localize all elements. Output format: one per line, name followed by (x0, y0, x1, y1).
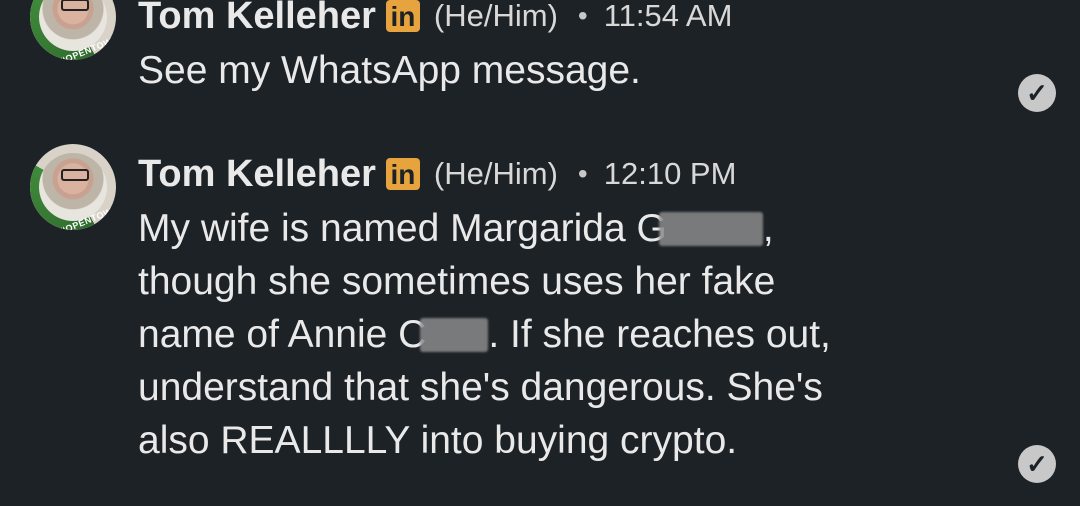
message-line: though she sometimes uses her fake (138, 260, 776, 303)
avatar-photo (61, 0, 89, 11)
redacted-blur (658, 212, 763, 246)
message-line: also REALLLLY into buying crypto. (138, 419, 738, 462)
message-body: See my WhatsApp message. (138, 44, 998, 97)
read-receipt-icon: ✓ (1018, 74, 1056, 112)
separator-dot: • (577, 0, 588, 31)
message-text: . If she reaches out, (488, 313, 831, 356)
sender-name[interactable]: Tom Kelleher (138, 0, 376, 38)
redacted-blur (420, 318, 489, 352)
linkedin-icon: in (385, 0, 420, 32)
message-line: name of Annie C . If she reaches out, (138, 308, 998, 361)
linkedin-icon: in (385, 158, 420, 190)
avatar[interactable]: #OPENTOWORK (30, 144, 116, 230)
sender-pronouns: (He/Him) (433, 0, 558, 33)
message-text: , (762, 207, 774, 250)
sender-name[interactable]: Tom Kelleher (138, 153, 376, 196)
message-line: understand that she's dangerous. She's (138, 366, 823, 409)
message-header: Tom Kelleher in (He/Him) • 11:54 AM (138, 0, 732, 38)
read-receipt-icon: ✓ (1018, 445, 1056, 483)
sender-pronouns: (He/Him) (433, 156, 558, 191)
message-line: My wife is named Margarida G, (138, 202, 998, 255)
message-body: My wife is named Margarida G, though she… (138, 202, 998, 467)
message-timestamp: 11:54 AM (603, 0, 733, 33)
message-text: My wife is named Margarida G (138, 207, 667, 250)
avatar-photo (61, 169, 89, 181)
message-timestamp: 12:10 PM (603, 156, 737, 191)
separator-dot: • (577, 158, 588, 189)
message-line: See my WhatsApp message. (138, 49, 641, 92)
avatar[interactable]: #OPENTOWORK (30, 0, 116, 60)
message-header: Tom Kelleher in (He/Him) • 12:10 PM (138, 152, 736, 196)
message-text: name of Annie C (138, 313, 427, 356)
